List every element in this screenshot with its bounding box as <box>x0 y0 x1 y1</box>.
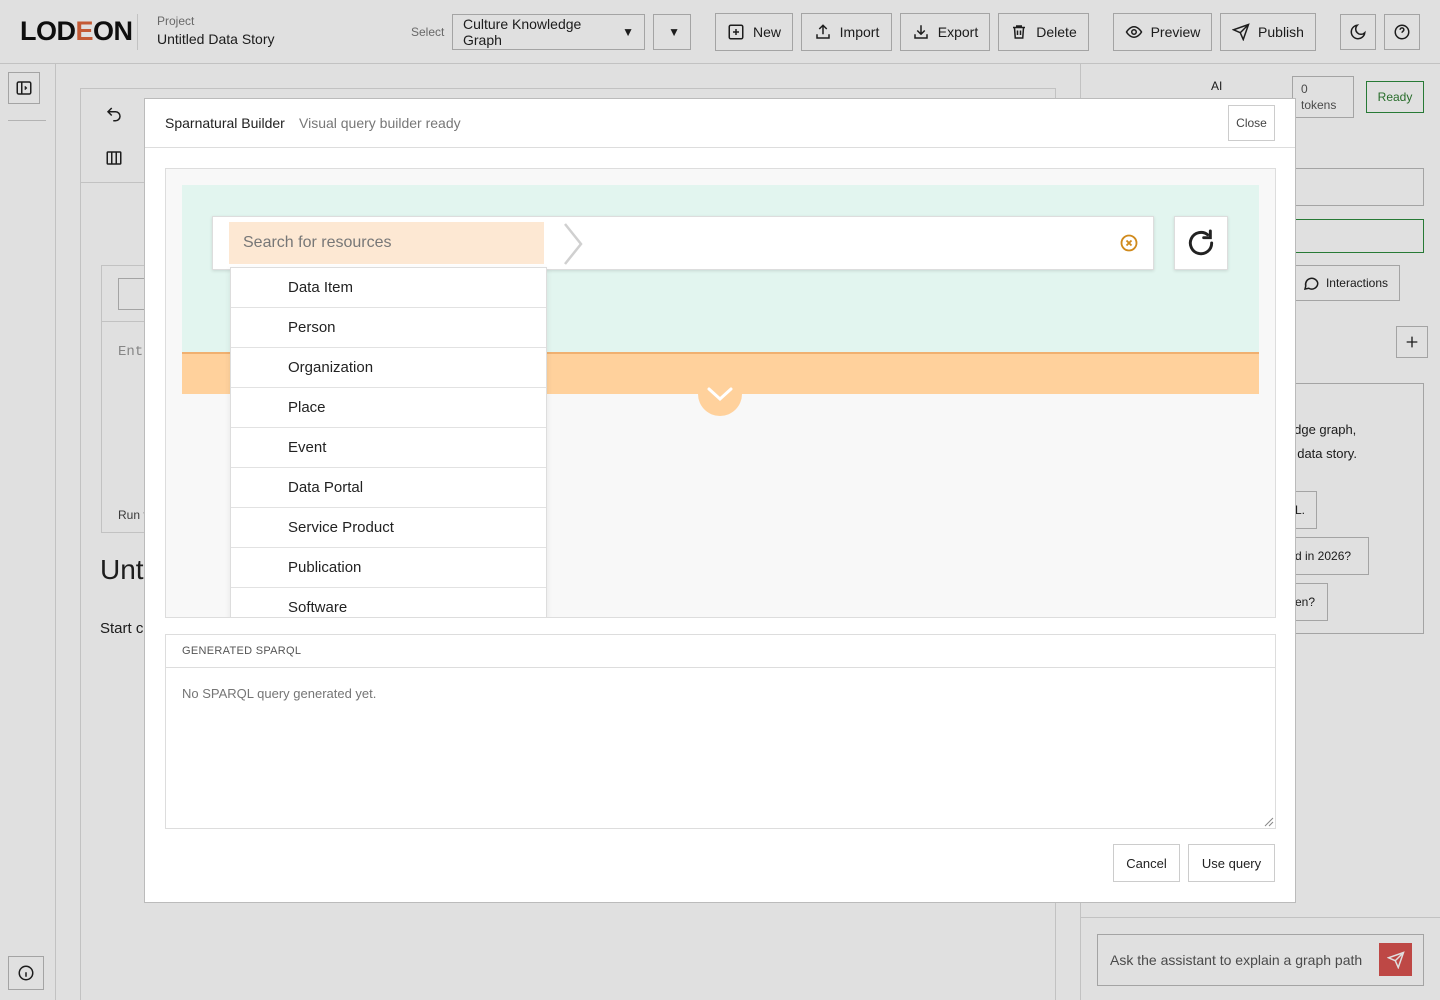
use-query-button[interactable]: Use query <box>1188 844 1275 882</box>
resource-search-input[interactable] <box>229 222 544 264</box>
generated-sparql-label: GENERATED SPARQL <box>165 634 1276 668</box>
resource-search-bar <box>212 216 1154 270</box>
resource-type-option[interactable]: Place <box>231 388 546 428</box>
clear-circle-icon[interactable] <box>1119 233 1139 253</box>
resource-type-option[interactable]: Person <box>231 308 546 348</box>
resource-type-option[interactable]: Software <box>231 588 546 617</box>
resource-type-option[interactable]: Publication <box>231 548 546 588</box>
chevron-right-icon <box>564 223 583 265</box>
sparnatural-builder-modal: Sparnatural Builder Visual query builder… <box>144 98 1296 903</box>
close-button[interactable]: Close <box>1228 105 1275 141</box>
refresh-icon <box>1188 229 1214 256</box>
resource-type-option[interactable]: Organization <box>231 348 546 388</box>
resource-type-option[interactable]: Event <box>231 428 546 468</box>
modal-status: Visual query builder ready <box>299 115 461 131</box>
resource-type-option[interactable]: Data Item <box>231 268 546 308</box>
expand-toggle[interactable] <box>698 372 742 416</box>
resource-type-dropdown: Data Item Person Organization Place Event Dat… <box>230 267 547 617</box>
modal-title: Sparnatural Builder <box>165 115 285 131</box>
sparql-output[interactable] <box>165 667 1276 829</box>
resize-handle-icon[interactable] <box>1262 815 1274 827</box>
resource-type-option[interactable]: Service Product <box>231 508 546 548</box>
chevron-down-icon <box>707 387 733 402</box>
cancel-button[interactable]: Cancel <box>1113 844 1180 882</box>
reset-query-button[interactable] <box>1174 216 1228 270</box>
visual-query-builder: Data ItemPersonOrganizationPlaceEventDat… <box>165 168 1276 618</box>
resource-type-option[interactable]: Data Portal <box>231 468 546 508</box>
modal-header: Sparnatural Builder Visual query builder… <box>145 99 1295 148</box>
